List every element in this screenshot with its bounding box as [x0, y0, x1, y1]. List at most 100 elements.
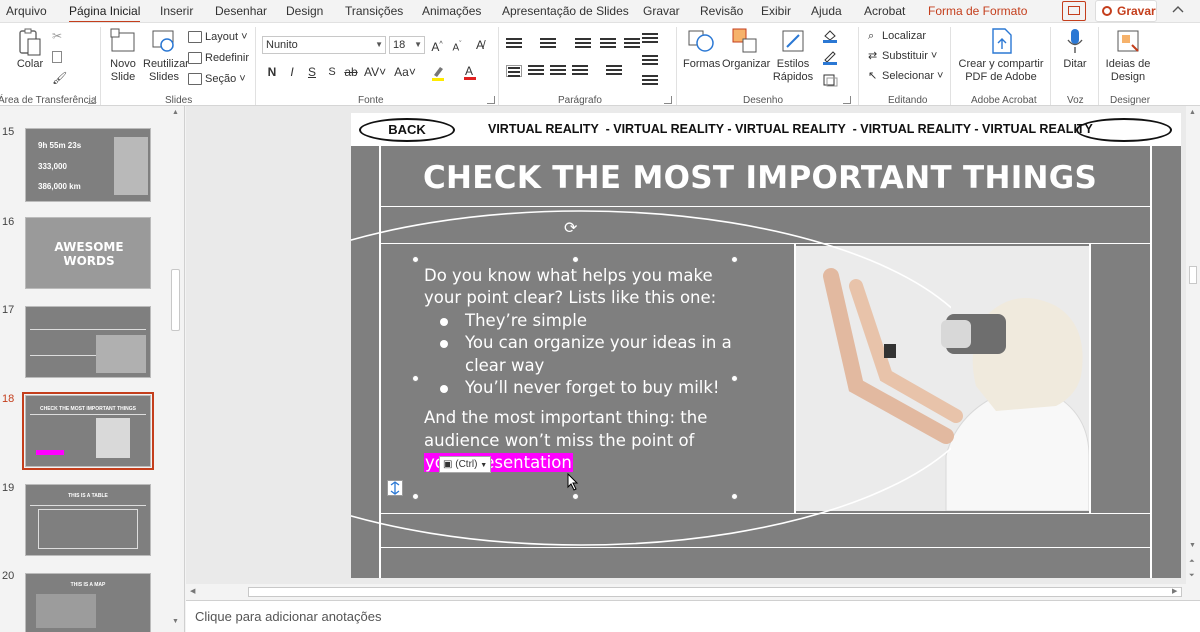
tab-gravar[interactable]: Gravar	[643, 4, 680, 18]
replace-button[interactable]: ⇄ Substituir ˅	[868, 48, 937, 64]
underline-icon[interactable]: S	[306, 63, 318, 81]
columns-icon[interactable]	[606, 65, 622, 77]
tab-inserir[interactable]: Inserir	[160, 4, 193, 18]
thumbnail-scrollbar[interactable]: ▲ ▼	[168, 106, 184, 632]
tab-acrobat[interactable]: Acrobat	[864, 4, 905, 18]
decrease-font-icon[interactable]: Aˇ	[450, 36, 464, 54]
back-button[interactable]: BACK	[359, 118, 455, 142]
shape-fill-icon[interactable]	[822, 29, 838, 43]
text-direction-icon[interactable]	[642, 33, 658, 45]
find-button[interactable]: ⌕ Localizar	[868, 28, 926, 44]
drawing-launcher[interactable]	[843, 96, 851, 104]
slide-title[interactable]: CHECK THE MOST IMPORTANT THINGS	[423, 160, 1097, 196]
tab-pagina-inicial[interactable]: Página Inicial	[69, 4, 141, 23]
copy-icon[interactable]	[52, 51, 62, 63]
scrollbar-thumb[interactable]	[1189, 266, 1197, 284]
new-slide-button[interactable]: Novo Slide	[104, 27, 142, 84]
italic-icon[interactable]: I	[286, 63, 298, 81]
resize-handle[interactable]	[412, 256, 419, 263]
previous-slide-icon[interactable]: ⏶	[1189, 558, 1195, 566]
change-case-icon[interactable]: Aa˅	[394, 63, 416, 81]
scroll-down-icon[interactable]: ▼	[1189, 542, 1196, 549]
design-ideas-button[interactable]: Ideias de Design	[1104, 27, 1152, 84]
paste-button[interactable]: Colar	[12, 27, 48, 71]
tab-animacoes[interactable]: Animações	[422, 4, 481, 18]
clear-formatting-icon[interactable]: A̸	[472, 36, 488, 54]
shape-effects-icon[interactable]	[822, 73, 838, 87]
tab-apresentacao[interactable]: Apresentação de Slides	[502, 4, 629, 18]
resize-handle[interactable]	[412, 493, 419, 500]
scroll-down-icon[interactable]: ▼	[172, 618, 179, 625]
slide-thumbnail-17[interactable]	[25, 306, 151, 378]
reset-button[interactable]: Redefinir	[188, 50, 249, 66]
ribbon-display-options[interactable]	[1170, 4, 1194, 18]
autofit-options-icon[interactable]	[387, 480, 403, 496]
scroll-right-icon[interactable]: ▶	[1172, 587, 1177, 595]
slide-thumbnail-16[interactable]: AWESOME WORDS	[25, 217, 151, 289]
increase-font-icon[interactable]: A^	[430, 36, 444, 54]
comments-button[interactable]	[1062, 1, 1086, 21]
slide-thumbnail-15[interactable]: 9h 55m 23s 333,000 386,000 km	[25, 128, 151, 202]
font-launcher[interactable]	[487, 96, 495, 104]
slide-thumbnail-19[interactable]: THIS IS A TABLE	[25, 484, 151, 556]
section-button[interactable]: Seção ˅	[188, 71, 246, 87]
font-family-combo[interactable]: Nunito ▼	[262, 36, 386, 54]
font-color-icon[interactable]: A	[462, 63, 478, 81]
character-spacing-icon[interactable]: AV˅	[364, 63, 386, 81]
tab-arquivo[interactable]: Arquivo	[6, 4, 47, 18]
paragraph-launcher[interactable]	[664, 96, 672, 104]
resize-handle[interactable]	[572, 256, 579, 263]
arrange-button[interactable]: Organizar	[722, 27, 770, 71]
shapes-button[interactable]: Formas	[683, 27, 720, 71]
scroll-up-icon[interactable]: ▲	[172, 109, 179, 116]
tab-ajuda[interactable]: Ajuda	[811, 4, 842, 18]
decrease-indent-icon[interactable]	[575, 38, 591, 50]
font-size-combo[interactable]: 18 ▼	[389, 36, 425, 54]
strikethrough-icon[interactable]: ab	[344, 63, 358, 81]
slide-thumbnail-18[interactable]: CHECK THE MOST IMPORTANT THINGS	[22, 392, 154, 470]
scrollbar-thumb[interactable]	[171, 269, 180, 331]
cut-icon[interactable]: ✂	[52, 29, 62, 43]
record-button[interactable]: Gravar	[1095, 0, 1157, 22]
tab-transicoes[interactable]: Transições	[345, 4, 403, 18]
resize-handle[interactable]	[731, 375, 738, 382]
notes-pane[interactable]: Clique para adicionar anotações	[186, 600, 1200, 632]
scroll-up-icon[interactable]: ▲	[1189, 109, 1196, 116]
tab-design[interactable]: Design	[286, 4, 323, 18]
numbering-icon[interactable]	[540, 38, 556, 50]
tab-revisao[interactable]: Revisão	[700, 4, 743, 18]
select-button[interactable]: ↖ Selecionar ˅	[868, 68, 943, 84]
slide-canvas[interactable]: BACK VIRTUAL REALITY - VIRTUAL REALITY -…	[351, 113, 1181, 578]
align-left-icon[interactable]	[506, 65, 522, 77]
dictate-button[interactable]: Ditar	[1058, 27, 1092, 71]
paste-options-button[interactable]: ▣ (Ctrl) ▼	[439, 456, 491, 473]
align-right-icon[interactable]	[550, 65, 566, 77]
editor-horizontal-scrollbar[interactable]: ◀ ▶	[186, 584, 1186, 600]
resize-handle[interactable]	[412, 375, 419, 382]
increase-indent-icon[interactable]	[600, 38, 616, 50]
tab-desenhar[interactable]: Desenhar	[215, 4, 267, 18]
smartart-icon[interactable]	[642, 75, 658, 87]
justify-icon[interactable]	[572, 65, 588, 77]
align-text-icon[interactable]	[642, 55, 658, 67]
body-text-box[interactable]: Do you know what helps you make your poi…	[424, 265, 734, 475]
tab-exibir[interactable]: Exibir	[761, 4, 791, 18]
line-spacing-icon[interactable]	[624, 38, 640, 50]
editor-vertical-scrollbar[interactable]: ▲ ▼ ⏶ ⏷	[1186, 106, 1200, 600]
slide-thumbnail-20[interactable]: THIS IS A MAP	[25, 573, 151, 632]
next-slide-icon[interactable]: ⏷	[1189, 572, 1195, 580]
layout-button[interactable]: Layout ˅	[188, 29, 248, 45]
resize-handle[interactable]	[731, 493, 738, 500]
shape-outline-icon[interactable]	[822, 51, 838, 65]
shadow-icon[interactable]: S	[326, 63, 338, 81]
quick-styles-button[interactable]: Estilos Rápidos	[770, 27, 816, 84]
clipboard-launcher[interactable]	[88, 96, 96, 104]
scroll-left-icon[interactable]: ◀	[190, 587, 195, 595]
tab-forma-de-formato[interactable]: Forma de Formato	[928, 4, 1027, 18]
highlighter-icon[interactable]	[430, 63, 446, 81]
rotate-handle-icon[interactable]: ⟳	[564, 221, 580, 237]
resize-handle[interactable]	[572, 493, 579, 500]
scrollbar-thumb[interactable]	[248, 587, 1182, 597]
reuse-slides-button[interactable]: Reutilizar Slides	[143, 27, 189, 84]
resize-handle[interactable]	[731, 256, 738, 263]
